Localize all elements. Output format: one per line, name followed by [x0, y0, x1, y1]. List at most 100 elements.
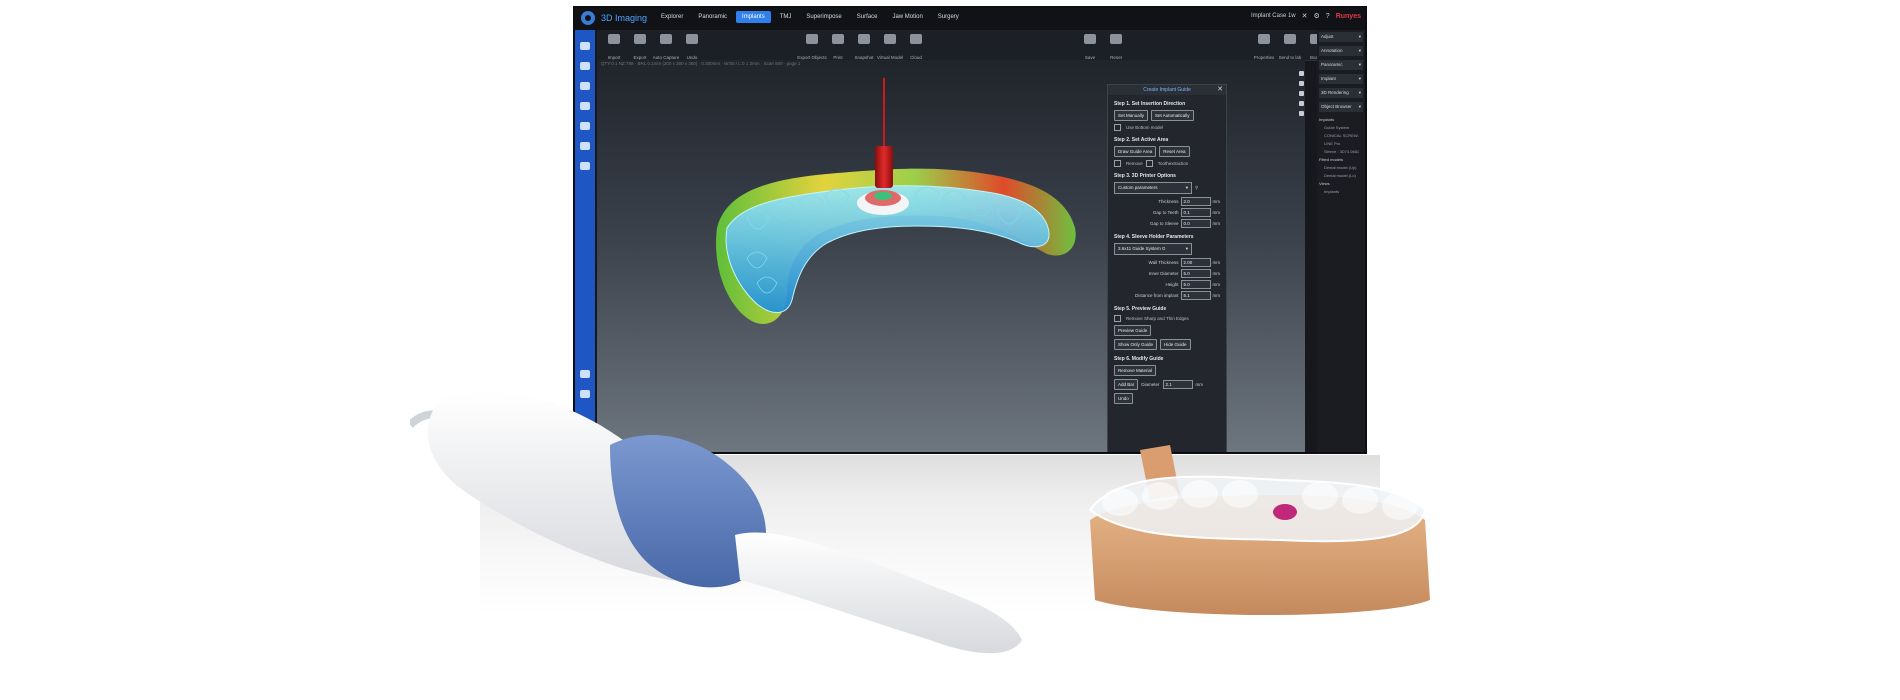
title-bar: 3D Imaging Explorer Panoramic Implants T…	[575, 8, 1365, 30]
chevron-down-icon: ▾	[1358, 62, 1361, 67]
measure-icon[interactable]	[1298, 101, 1304, 106]
tree-item[interactable]: Implants	[1319, 188, 1363, 196]
remove-sharp-edges-checkbox[interactable]	[1114, 315, 1121, 322]
menu-explorer[interactable]: Explorer	[655, 11, 689, 23]
step4-select-row: 3.6x11 Guide System G ▾	[1114, 243, 1220, 255]
step1-checkbox-row: Use Bottom model	[1114, 124, 1220, 131]
inner-diameter-input[interactable]: 5.0	[1180, 269, 1211, 278]
printer-params-select[interactable]: Custom parameters ▾	[1114, 182, 1192, 194]
tree-item[interactable]: Fitted models	[1319, 156, 1363, 164]
chevron-down-icon: ▾	[1358, 104, 1361, 109]
tree-item[interactable]: Views	[1319, 180, 1363, 188]
preview-guide-button[interactable]: Preview Guide	[1114, 325, 1152, 336]
snapshot-icon	[858, 34, 870, 44]
step5-title: Step 5. Preview Guide	[1114, 306, 1167, 312]
step2-title: Step 2. Set Active Area	[1114, 137, 1169, 143]
3d-rendering-section[interactable]: 3D Rendering ▾	[1319, 88, 1363, 98]
send-icon	[1284, 34, 1296, 44]
remove-material-button[interactable]: Remove Material	[1114, 365, 1157, 376]
create-implant-guide-panel: Create Implant Guide ✕ Step 1. Set Insert…	[1107, 84, 1227, 452]
wall-thickness-input[interactable]: 2.00	[1180, 258, 1211, 267]
tree-item[interactable]: Dental model (Lo)	[1319, 172, 1363, 180]
rotate-icon[interactable]	[1298, 71, 1304, 76]
patients-icon[interactable]	[580, 42, 590, 50]
param-row: Height 5.0 mm	[1165, 280, 1220, 289]
monitor-icon[interactable]	[580, 162, 590, 170]
set-manually-button[interactable]: Set Manually	[1114, 110, 1149, 121]
step6-title: Step 6. Modify Guide	[1114, 356, 1164, 362]
tree-item[interactable]: Implants	[1319, 116, 1363, 124]
person-icon[interactable]	[580, 62, 590, 70]
jaw-icon[interactable]	[580, 102, 590, 110]
menu-surgery[interactable]: Surgery	[932, 11, 965, 23]
right-panel: Adjust ▾ Annotation ▾ Panoramic ▾ Implant ▾ …	[1317, 30, 1365, 452]
param-row: Gap to Sleeve 0.0 mm	[1149, 219, 1220, 228]
help-icon[interactable]: ?	[1326, 13, 1330, 20]
gap-to-sleeve-input[interactable]: 0.0	[1180, 219, 1211, 228]
implant-icon[interactable]	[580, 122, 590, 130]
menu-surface[interactable]: Surface	[851, 11, 884, 23]
image-icon[interactable]	[580, 82, 590, 90]
step1-buttons: Set Manually Set Automatically	[1114, 110, 1220, 121]
undo-guide-button[interactable]: Undo	[1114, 393, 1133, 404]
set-automatically-button[interactable]: Set Automatically	[1151, 110, 1194, 121]
capture-icon	[660, 34, 672, 44]
panoramic-section[interactable]: Panoramic ▾	[1319, 60, 1363, 70]
tools-icon[interactable]	[580, 370, 590, 378]
step6-button-row: Remove Material	[1114, 365, 1220, 376]
tree-item[interactable]: Sleeve : 3D74.0661	[1319, 148, 1363, 156]
object-browser-section[interactable]: Object Browser ▾	[1319, 102, 1363, 112]
brand-logo: Runyes	[1335, 12, 1361, 20]
scanner-tip	[735, 532, 1022, 654]
annotation-section[interactable]: Annotation ▾	[1319, 46, 1363, 56]
distance-from-implant-input[interactable]: 5.1	[1180, 291, 1211, 300]
zoom-icon[interactable]	[1298, 91, 1304, 96]
show-only-guide-button[interactable]: Show Only Guide	[1114, 339, 1158, 350]
close-icon[interactable]: ✕	[1217, 85, 1223, 95]
dental-arch-model[interactable]	[687, 78, 1107, 358]
draw-guide-area-button[interactable]: Draw Guide Area	[1114, 146, 1157, 157]
chevron-down-icon: ▾	[1358, 48, 1361, 53]
use-bottom-model-checkbox[interactable]	[1114, 124, 1121, 131]
param-row: Distance from implant 5.1 mm	[1134, 291, 1220, 300]
guide-system-select[interactable]: 3.6x11 Guide System G ▾	[1114, 243, 1192, 255]
diameter-input[interactable]: 2.1	[1162, 380, 1193, 389]
tree-item[interactable]: Guide System CONICAL SCREW-LINE Pro	[1319, 124, 1363, 148]
intraoral-scanner	[410, 390, 1022, 654]
menu-jaw-motion[interactable]: Jaw Motion	[886, 11, 928, 23]
tree-item[interactable]: Dental model (Up)	[1319, 164, 1363, 172]
search-icon[interactable]: ⚲	[1195, 185, 1198, 191]
title-bar-right: Implant Case 1w ✕ ⚙ ? Runyes	[1250, 12, 1361, 21]
gap-to-teeth-input[interactable]: 0.1	[1180, 208, 1211, 217]
app-logo-icon	[581, 11, 595, 25]
settings-icon[interactable]: ⚙	[1314, 12, 1320, 20]
light-icon[interactable]	[1298, 111, 1304, 116]
search-icon[interactable]: ✕	[1302, 12, 1308, 20]
tooth-extraction-checkbox[interactable]	[1145, 160, 1153, 167]
param-row: Gap to Teeth 0.1 mm	[1152, 208, 1220, 217]
case-name: Implant Case 1w	[1250, 13, 1296, 19]
arch-icon[interactable]	[580, 142, 590, 150]
step1-title: Step 1. Set Insertion Direction	[1114, 101, 1186, 107]
param-row: Wall Thickness 2.00 mm	[1148, 258, 1220, 267]
thickness-input[interactable]: 2.0	[1180, 197, 1211, 206]
add-bar-button[interactable]: Add Bar	[1114, 379, 1139, 390]
implant-section[interactable]: Implant ▾	[1319, 74, 1363, 84]
adjust-section[interactable]: Adjust ▾	[1319, 32, 1363, 42]
menu-tmj[interactable]: TMJ	[774, 11, 798, 23]
reset-area-button[interactable]: Reset Area	[1159, 146, 1190, 157]
step4-title: Step 4. Sleeve Holder Parameters	[1114, 234, 1194, 240]
step2-buttons: Draw Guide Area Reset Area	[1114, 146, 1220, 157]
remove-checkbox[interactable]	[1114, 160, 1121, 167]
pan-icon[interactable]	[1298, 81, 1304, 86]
chevron-down-icon: ▾	[1185, 185, 1188, 190]
step5-buttons: Preview Guide	[1114, 325, 1220, 336]
hide-guide-button[interactable]: Hide Guide	[1160, 339, 1191, 350]
chevron-down-icon: ▾	[1185, 246, 1188, 251]
menu-panoramic[interactable]: Panoramic	[692, 11, 733, 23]
menu-superimpose[interactable]: Superimpose	[800, 11, 847, 23]
toolbar: Import Export Auto Capture Undo Export O…	[597, 30, 1337, 61]
menu-implants[interactable]: Implants	[736, 11, 771, 23]
main-menu: Explorer Panoramic Implants TMJ Superimp…	[655, 11, 965, 23]
height-input[interactable]: 5.0	[1180, 280, 1211, 289]
